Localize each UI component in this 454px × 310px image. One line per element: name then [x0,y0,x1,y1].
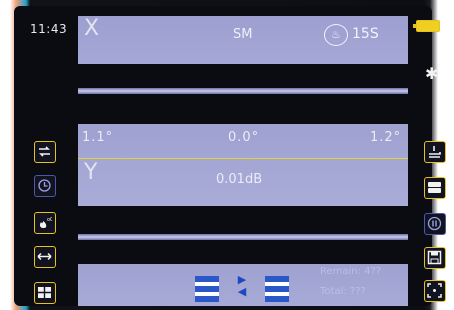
right-angle-value: 1.2° [370,130,402,145]
loop-button[interactable] [34,141,56,163]
upload-tray-button[interactable] [424,141,446,163]
device-screen: 11:43 ✱ X SM ♨ 15S 1.1° 0.0° 1.2° Y 0.01… [0,0,454,310]
heater-icon: ♨ [324,24,348,46]
stack-icon [428,182,441,193]
x-axis-label: X [84,16,100,41]
center-angle-value: 0.0° [228,130,260,145]
pause-button[interactable] [424,213,446,235]
loop-icon [39,146,50,157]
clock-button[interactable] [34,175,56,197]
splice-loss-value: 0.01dB [216,172,263,187]
alignment-panel: ▶ ◀ Remain: 4?? Total: ??? [78,264,408,306]
grid-icon [38,287,51,298]
fiber-mode-label: SM [233,27,253,42]
right-fiber-block-icon [265,276,289,302]
save-icon [427,250,442,265]
focus-icon [427,283,442,298]
focus-button[interactable] [424,280,446,302]
bluetooth-icon: ✱ [425,64,439,83]
left-fiber-block-icon [195,276,219,302]
y-axis-label: Y [84,160,98,185]
battery-full-icon [413,20,440,32]
clock-icon [38,179,51,192]
measurement-panel: 1.1° 0.0° 1.2° Y 0.01dB [78,124,408,206]
remain-count: Remain: 4?? [320,266,382,277]
width-button[interactable] [34,246,56,268]
pause-icon [427,216,442,231]
x-view-top-panel: X SM ♨ 15S [78,16,408,64]
width-arrows-icon [37,252,52,261]
stack-button[interactable] [424,177,446,199]
save-button[interactable] [424,247,446,269]
svg-text:oC: oC [47,217,52,223]
heat-time-label: 15S [352,26,379,42]
divider-line [78,158,408,159]
upload-tray-icon [429,146,441,158]
total-count: Total: ??? [320,286,366,297]
heater-settings-button[interactable]: oC [34,212,56,234]
fiber-image-x [78,88,408,94]
flame-settings-icon: oC [39,217,52,228]
grid-button[interactable] [34,282,56,304]
clock: 11:43 [30,22,68,36]
left-angle-value: 1.1° [82,130,114,145]
fiber-image-y [78,234,408,240]
alignment-arrows-icon: ▶ ◀ [237,273,247,298]
